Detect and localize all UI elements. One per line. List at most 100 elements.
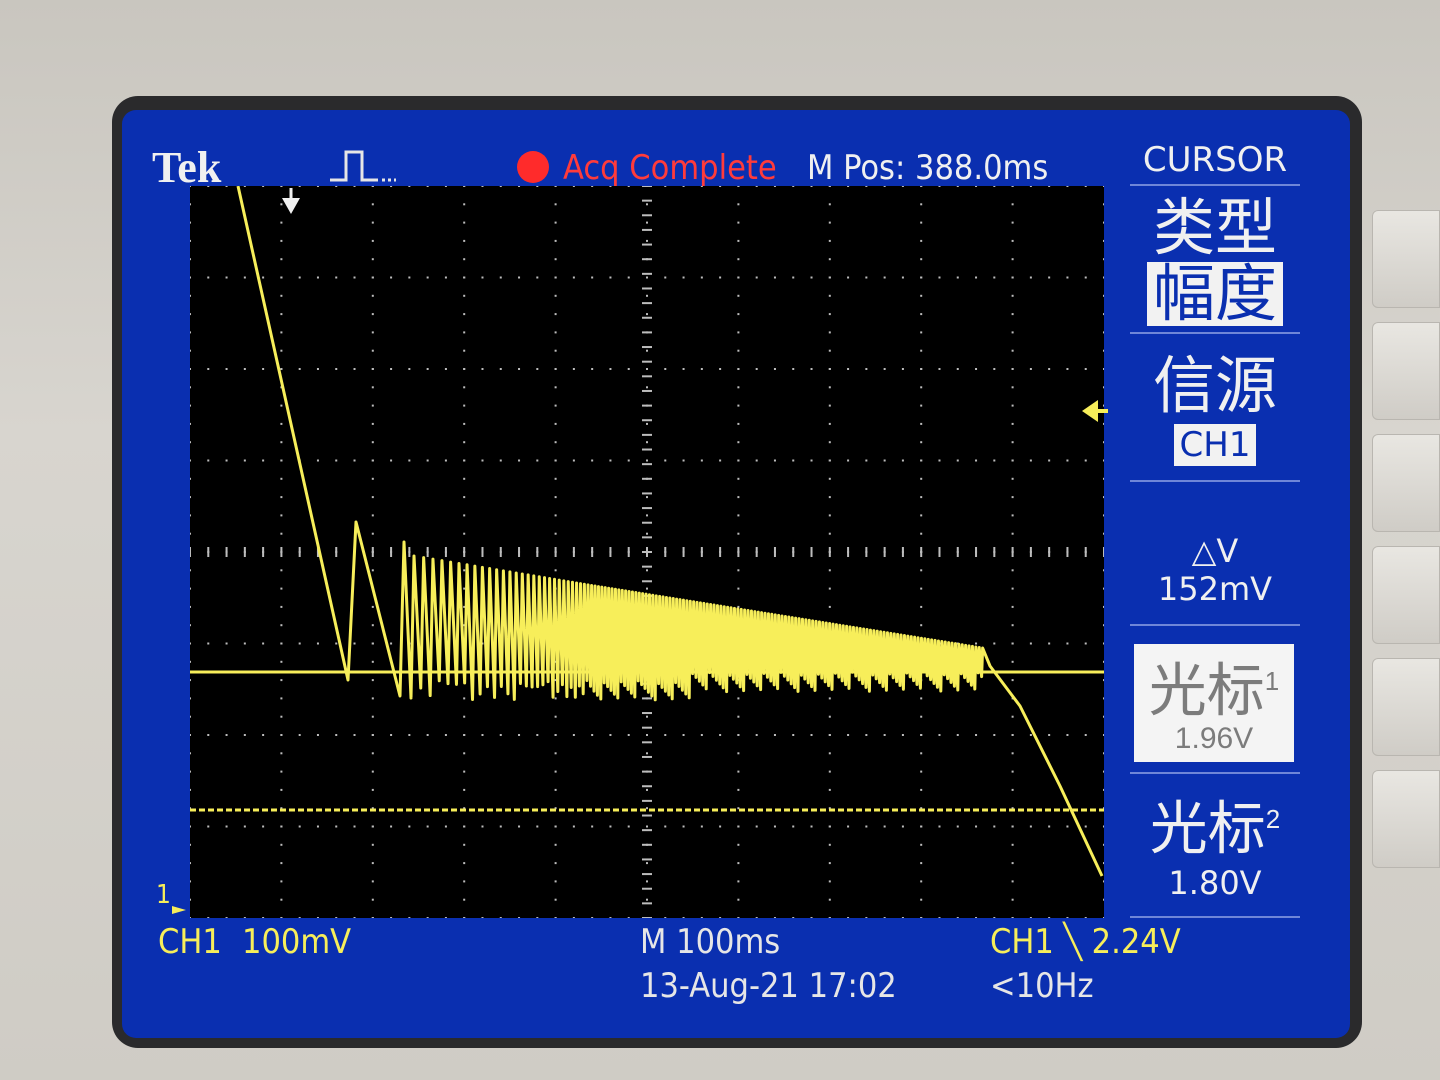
type-value: 幅度 <box>1146 262 1283 326</box>
grid-dot <box>1066 734 1069 736</box>
grid-dot <box>810 459 813 462</box>
grid-dot <box>518 459 521 462</box>
grid-dot <box>901 917 904 919</box>
grid-dot <box>719 368 722 370</box>
grid-dot <box>847 459 850 462</box>
grid-dot <box>189 715 191 718</box>
source-option[interactable]: CH1 <box>1130 424 1300 466</box>
grid-dot <box>371 843 374 846</box>
grid-dot <box>920 239 923 242</box>
grid-dot <box>755 917 758 919</box>
grid-dot <box>280 404 283 407</box>
grid-dot <box>554 203 557 206</box>
grid-dot <box>280 825 283 828</box>
grid-dot <box>920 624 923 627</box>
grid-dot <box>280 605 283 608</box>
grid-dot <box>993 734 996 736</box>
cursor-2-option[interactable]: 光标2 <box>1130 788 1300 860</box>
grid-dot <box>518 734 521 736</box>
grid-dot <box>298 734 301 736</box>
grid-dot <box>463 404 466 407</box>
grid-dot <box>828 313 831 316</box>
grid-dot <box>189 679 191 682</box>
menu-button-3[interactable] <box>1372 434 1440 532</box>
grid-dot <box>737 734 740 736</box>
menu-button-2[interactable] <box>1372 322 1440 420</box>
menu-button-6[interactable] <box>1372 770 1440 868</box>
grid-dot <box>554 917 557 919</box>
grid-dot <box>189 331 191 334</box>
grid-dot <box>189 386 191 389</box>
grid-dot <box>1103 715 1105 718</box>
grid-dot <box>901 459 904 462</box>
grid-dot <box>572 917 575 919</box>
axis-tick <box>298 547 301 557</box>
grid-dot <box>1084 642 1087 645</box>
axis-tick <box>499 547 502 557</box>
grid-dot <box>646 788 648 791</box>
menu-button-4[interactable] <box>1372 546 1440 644</box>
grid-dot <box>1103 203 1105 206</box>
cursor-1-option[interactable]: 光标1 1.96V <box>1134 644 1294 762</box>
grid-dot <box>737 441 740 444</box>
grid-dot <box>371 239 374 242</box>
axis-tick <box>642 580 652 583</box>
grid-dot <box>828 569 831 572</box>
grid-dot <box>1103 825 1105 828</box>
waveform-display <box>189 185 1105 919</box>
grid-dot <box>280 221 283 224</box>
grid-dot <box>920 368 923 370</box>
grid-dot <box>1011 349 1014 352</box>
grid-dot <box>280 679 283 682</box>
grid-dot <box>225 368 228 370</box>
menu-divider <box>1130 916 1300 918</box>
grid-dot <box>463 880 466 883</box>
grid-dot <box>828 532 831 535</box>
grid-dot <box>189 532 191 535</box>
type-option[interactable]: 幅度 <box>1130 262 1300 326</box>
grid-dot <box>499 825 502 828</box>
grid-dot <box>883 825 886 828</box>
grid-dot <box>609 368 612 370</box>
menu-button-5[interactable] <box>1372 658 1440 756</box>
grid-dot <box>828 422 831 425</box>
ch1-ground-marker: 1 <box>156 880 171 910</box>
grid-dot <box>536 734 539 736</box>
acquisition-status: Acq Complete <box>517 148 777 188</box>
grid-dot <box>426 276 429 279</box>
grid-dot <box>1066 825 1069 828</box>
axis-tick <box>642 185 652 187</box>
grid-dot <box>243 459 246 462</box>
cursor-menu: CURSOR 类型 幅度 信源 CH1 △V 152mV 光标1 1.96V 光… <box>1130 140 1300 940</box>
axis-tick <box>920 547 923 557</box>
grid-dot <box>975 825 978 828</box>
grid-dot <box>554 477 557 480</box>
grid-dot <box>518 825 521 828</box>
grid-dot <box>737 697 740 700</box>
grid-dot <box>463 276 466 279</box>
grid-dot <box>591 459 594 462</box>
grid-dot <box>646 862 648 865</box>
grid-dot <box>225 185 228 187</box>
grid-dot <box>371 532 374 535</box>
grid-dot <box>828 276 831 279</box>
grid-dot <box>1011 605 1014 608</box>
grid-dot <box>463 715 466 718</box>
grid-dot <box>536 459 539 462</box>
grid-dot <box>280 734 283 736</box>
grid-dot <box>280 532 283 535</box>
ch1-marker-label: 1 <box>156 880 171 910</box>
grid-dot <box>828 514 831 517</box>
grid-dot <box>1011 459 1014 462</box>
axis-tick <box>642 331 652 334</box>
grid-dot <box>975 459 978 462</box>
grid-dot <box>719 276 722 279</box>
grid-dot <box>847 276 850 279</box>
grid-dot <box>883 459 886 462</box>
grid-dot <box>1066 185 1069 187</box>
grid-dot <box>1011 770 1014 773</box>
menu-button-1[interactable] <box>1372 210 1440 308</box>
grid-dot <box>371 770 374 773</box>
grid-dot <box>1103 313 1105 316</box>
grid-dot <box>1029 185 1032 187</box>
